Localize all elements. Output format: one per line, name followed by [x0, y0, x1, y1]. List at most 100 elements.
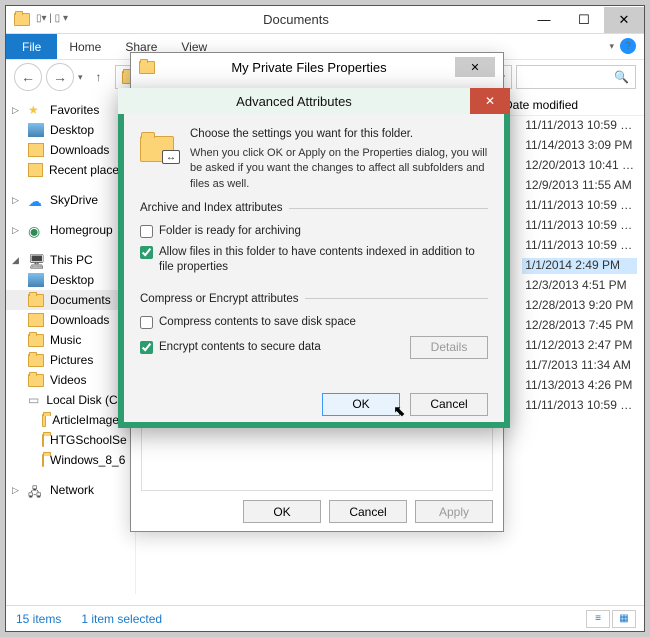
network-icon: 🖧	[28, 483, 44, 497]
view-details-button[interactable]: ≡	[586, 610, 610, 628]
date-cell[interactable]: 12/20/2013 10:41 …	[525, 158, 634, 174]
compress-checkbox-row[interactable]: Compress contents to save disk space	[140, 315, 488, 330]
quick-access-toolbar[interactable]: ▯▾ | ▯ ▾	[36, 13, 68, 26]
folder-icon	[42, 414, 46, 427]
date-cell[interactable]: 12/9/2013 11:55 AM	[525, 178, 634, 194]
sidebar-item-downloads[interactable]: Downloads	[6, 140, 135, 160]
network-group[interactable]: ▷🖧Network	[6, 480, 135, 500]
advanced-message-1: Choose the settings you want for this fo…	[190, 128, 488, 140]
homegroup-icon: ◉	[28, 223, 44, 237]
sidebar-item-local-disk[interactable]: ▭Local Disk (C:)	[6, 390, 135, 410]
date-cell[interactable]: 11/11/2013 10:59 …	[525, 118, 634, 134]
cloud-icon: ☁	[28, 193, 44, 207]
archive-checkbox-row[interactable]: Folder is ready for archiving	[140, 224, 488, 239]
sidebar-item-desktop[interactable]: Desktop	[6, 120, 135, 140]
date-cell[interactable]: 11/13/2013 4:26 PM	[525, 378, 634, 394]
music-icon	[28, 334, 44, 347]
sidebar-item-pc-desktop[interactable]: Desktop	[6, 270, 135, 290]
system-folder-icon	[14, 13, 30, 26]
history-dropdown[interactable]: ▾	[78, 72, 83, 83]
archive-checkbox[interactable]	[140, 225, 153, 238]
sidebar-item-article-images[interactable]: ArticleImages	[6, 410, 135, 430]
index-checkbox-row[interactable]: Allow files in this folder to have conte…	[140, 245, 488, 275]
pictures-icon	[28, 354, 44, 367]
titlebar: ▯▾ | ▯ ▾ Documents	[6, 6, 644, 34]
star-icon: ★	[28, 103, 44, 117]
sidebar-item-recent[interactable]: Recent places	[6, 160, 135, 180]
search-input[interactable]: 🔍	[516, 65, 636, 89]
advanced-title: Advanced Attributes	[118, 88, 470, 114]
sidebar-item-pc-music[interactable]: Music	[6, 330, 135, 350]
date-cell[interactable]: 11/11/2013 10:59 …	[525, 198, 634, 214]
desktop-icon	[28, 123, 44, 137]
disk-icon: ▭	[28, 393, 40, 407]
date-column-values: 11/11/2013 10:59 … 11/14/2013 3:09 PM 12/2…	[525, 118, 634, 414]
advanced-message-2: When you click OK or Apply on the Proper…	[190, 146, 488, 192]
encrypt-checkbox[interactable]	[140, 341, 153, 354]
maximize-button[interactable]	[564, 7, 604, 33]
properties-ok-button[interactable]: OK	[243, 500, 321, 523]
sidebar-item-htg[interactable]: HTGSchoolSe	[6, 430, 135, 450]
advanced-ok-button[interactable]: OK	[322, 393, 400, 416]
recent-icon	[28, 163, 43, 177]
sidebar-item-pc-documents[interactable]: Documents	[6, 290, 135, 310]
archive-index-group: Archive and Index attributes Folder is r…	[140, 202, 488, 285]
folder-properties-icon: ↔	[140, 128, 178, 162]
properties-cancel-button[interactable]: Cancel	[329, 500, 407, 523]
forward-button[interactable]: →	[46, 63, 74, 91]
navigation-pane: ▷★Favorites Desktop Downloads Recent pla…	[6, 94, 136, 594]
window-title: Documents	[68, 12, 524, 27]
file-tab[interactable]: File	[6, 34, 57, 59]
date-cell[interactable]: 12/28/2013 9:20 PM	[525, 298, 634, 314]
view-icons-button[interactable]: ▦	[612, 610, 636, 628]
date-cell[interactable]: 12/28/2013 7:45 PM	[525, 318, 634, 334]
date-cell[interactable]: 1/1/2014 2:49 PM	[522, 258, 637, 274]
date-cell[interactable]: 11/14/2013 3:09 PM	[525, 138, 634, 154]
compress-encrypt-group: Compress or Encrypt attributes Compress …	[140, 293, 488, 363]
back-button[interactable]: ←	[14, 63, 42, 91]
sidebar-item-pc-videos[interactable]: Videos	[6, 370, 135, 390]
date-cell[interactable]: 11/11/2013 10:59 …	[525, 398, 634, 414]
folder-icon	[139, 61, 155, 74]
videos-icon	[28, 374, 44, 387]
help-icon[interactable]: ?	[620, 38, 636, 54]
index-checkbox[interactable]	[140, 246, 153, 259]
homegroup-group[interactable]: ▷◉Homegroup	[6, 220, 135, 240]
search-icon: 🔍	[614, 70, 629, 84]
sidebar-item-pc-downloads[interactable]: Downloads	[6, 310, 135, 330]
desktop-icon	[28, 273, 44, 287]
sidebar-item-pc-pictures[interactable]: Pictures	[6, 350, 135, 370]
encrypt-checkbox-row[interactable]: Encrypt contents to secure data	[140, 340, 402, 355]
properties-apply-button[interactable]: Apply	[415, 500, 493, 523]
date-cell[interactable]: 11/11/2013 10:59 …	[525, 238, 634, 254]
home-tab[interactable]: Home	[57, 36, 113, 58]
downloads-icon	[28, 143, 44, 157]
archive-index-legend: Archive and Index attributes	[140, 202, 289, 214]
sidebar-item-win8[interactable]: Windows_8_6	[6, 450, 135, 470]
favorites-group[interactable]: ▷★Favorites	[6, 100, 135, 120]
compress-encrypt-legend: Compress or Encrypt attributes	[140, 293, 305, 305]
compress-checkbox[interactable]	[140, 316, 153, 329]
details-button[interactable]: Details	[410, 336, 488, 359]
up-button[interactable]: ↑	[87, 65, 111, 89]
date-cell[interactable]: 11/11/2013 10:59 …	[525, 218, 634, 234]
this-pc-group[interactable]: ◢🖥This PC	[6, 250, 135, 270]
date-cell[interactable]: 11/7/2013 11:34 AM	[525, 358, 634, 374]
close-button[interactable]	[604, 7, 644, 33]
advanced-close-button[interactable]: ✕	[470, 88, 510, 114]
advanced-cancel-button[interactable]: Cancel	[410, 393, 488, 416]
folder-icon	[42, 434, 44, 447]
minimize-button[interactable]	[524, 7, 564, 33]
status-selected-count: 1 item selected	[81, 612, 162, 626]
ribbon-expand-button[interactable]	[609, 41, 614, 52]
pc-icon: 🖥	[28, 253, 44, 267]
skydrive-group[interactable]: ▷☁SkyDrive	[6, 190, 135, 210]
downloads-icon	[28, 313, 44, 327]
column-date-modified[interactable]: Date modified	[504, 98, 644, 112]
properties-close-button[interactable]: ✕	[455, 57, 495, 77]
status-item-count: 15 items	[16, 612, 61, 626]
advanced-attributes-dialog: Advanced Attributes ✕ ↔ Choose the setti…	[118, 88, 510, 428]
date-cell[interactable]: 12/3/2013 4:51 PM	[525, 278, 634, 294]
date-cell[interactable]: 11/12/2013 2:47 PM	[525, 338, 634, 354]
folder-icon	[28, 294, 44, 307]
